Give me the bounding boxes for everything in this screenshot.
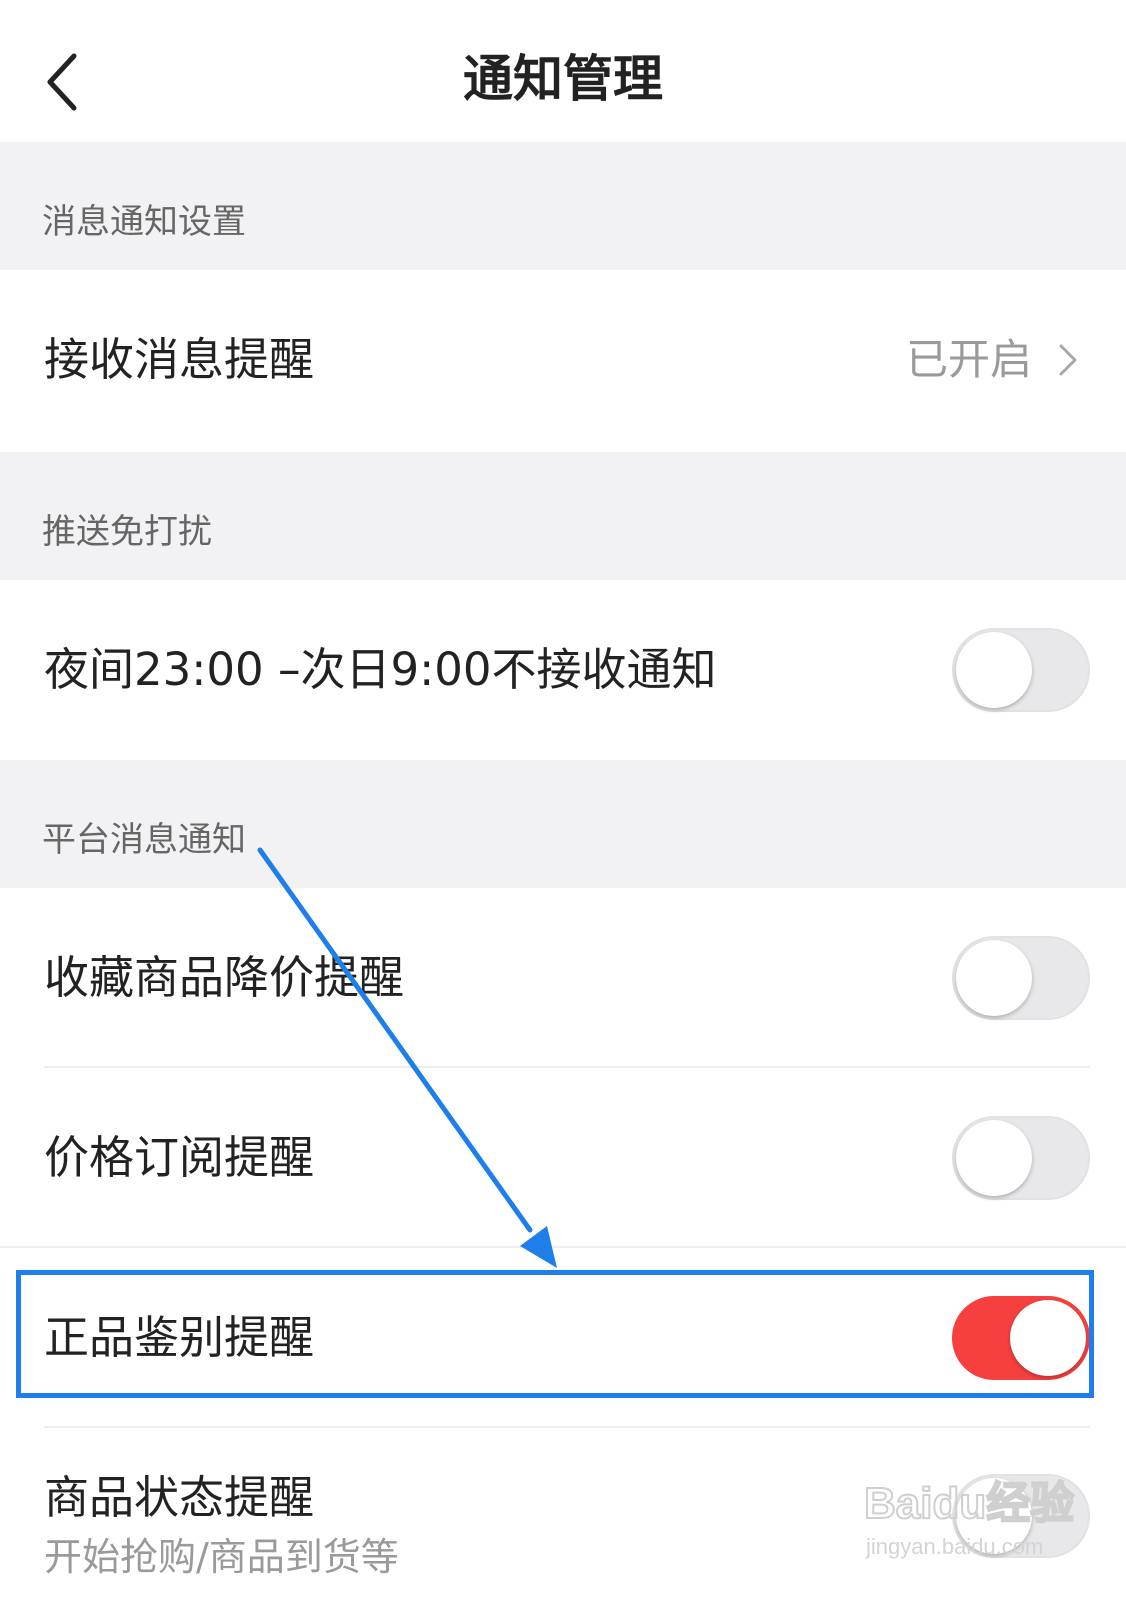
- receive-status-link[interactable]: 已开启: [906, 332, 1078, 388]
- price-drop-alert-row: 收藏商品降价提醒: [0, 888, 1126, 1068]
- toggle-knob: [1010, 1300, 1086, 1376]
- price-subscription-alert-row: 价格订阅提醒: [0, 1068, 1126, 1248]
- chevron-right-icon: [1059, 344, 1077, 376]
- toggle-knob: [956, 1478, 1032, 1554]
- row-label: 收藏商品降价提醒: [44, 951, 405, 1004]
- authenticity-check-alert-row: 正品鉴别提醒: [0, 1248, 1126, 1428]
- night-do-not-disturb-row: 夜间23:00 –次日9:00不接收通知: [0, 580, 1126, 760]
- receive-notifications-row[interactable]: 接收消息提醒 已开启: [0, 270, 1126, 452]
- section-label: 推送免打扰: [42, 512, 212, 552]
- row-label: 商品状态提醒: [44, 1471, 315, 1524]
- section-header-platform-notifications: 平台消息通知: [0, 760, 1126, 888]
- row-sublabel: 开始抢购/商品到货等: [44, 1535, 399, 1579]
- section-header-message-settings: 消息通知设置: [0, 142, 1126, 270]
- section-header-do-not-disturb: 推送免打扰: [0, 452, 1126, 580]
- toggle-knob: [956, 940, 1032, 1016]
- toggle-knob: [956, 632, 1032, 708]
- navigation-bar: 通知管理: [0, 0, 1126, 142]
- product-status-toggle[interactable]: [952, 1474, 1090, 1558]
- page-title: 通知管理: [463, 50, 663, 108]
- row-label: 价格订阅提醒: [44, 1131, 315, 1184]
- status-value: 已开启: [905, 335, 1032, 384]
- row-label: 接收消息提醒: [44, 333, 315, 386]
- night-dnd-toggle[interactable]: [952, 628, 1090, 712]
- row-label: 正品鉴别提醒: [44, 1311, 315, 1364]
- section-label: 消息通知设置: [42, 202, 246, 242]
- price-subscription-toggle[interactable]: [952, 1116, 1090, 1200]
- row-label: 夜间23:00 –次日9:00不接收通知: [44, 643, 717, 696]
- product-status-alert-row: 商品状态提醒 开始抢购/商品到货等: [0, 1428, 1126, 1600]
- section-label: 平台消息通知: [42, 820, 246, 860]
- authenticity-toggle[interactable]: [952, 1296, 1090, 1380]
- toggle-knob: [956, 1120, 1032, 1196]
- price-drop-toggle[interactable]: [952, 936, 1090, 1020]
